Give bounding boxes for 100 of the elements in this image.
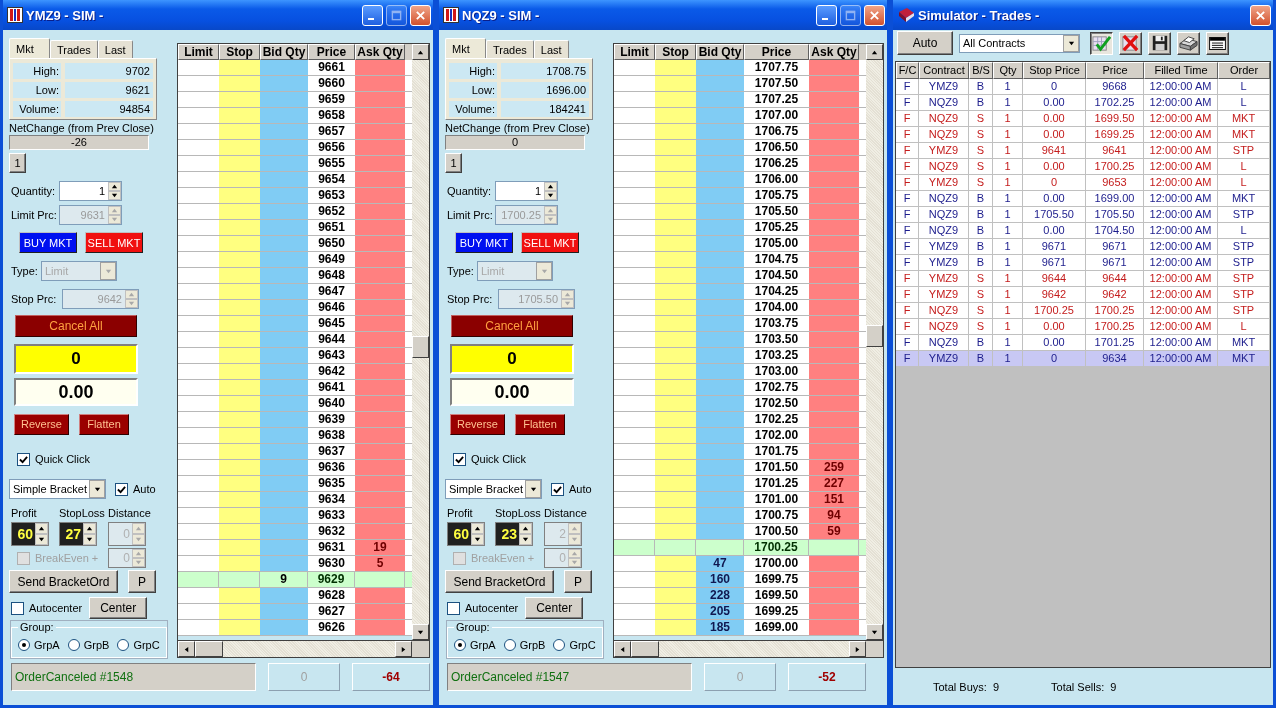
table-row[interactable]: F YMZ9 S 1 9642 9642 12:00:00 AM STP <box>896 287 1270 303</box>
sell-market-button[interactable]: SELL MKT <box>521 232 579 254</box>
stop-cell[interactable] <box>655 268 696 283</box>
close-button[interactable] <box>864 4 885 26</box>
table-row[interactable]: F YMZ9 B 1 0 9634 12:00:00 AM MKT <box>896 351 1270 367</box>
stop-cell[interactable] <box>655 124 696 139</box>
checkbox[interactable] <box>115 482 128 496</box>
stop-cell[interactable] <box>219 364 260 379</box>
stop-cell[interactable] <box>655 588 696 603</box>
table-row[interactable]: F NQZ9 B 1 0.00 1704.50 12:00:00 AM L <box>896 223 1270 239</box>
radio-button[interactable] <box>67 639 80 652</box>
stop-cell[interactable] <box>655 108 696 123</box>
checkbox[interactable] <box>551 482 564 496</box>
scroll-thumb[interactable] <box>195 641 223 657</box>
stop-cell[interactable] <box>655 332 696 347</box>
stop-cell[interactable] <box>655 204 696 219</box>
radio-button[interactable] <box>553 639 566 652</box>
p-button[interactable]: P <box>564 570 592 594</box>
vertical-scrollbar[interactable] <box>412 44 429 640</box>
bracket-field[interactable]: 60 <box>447 522 485 547</box>
stop-cell[interactable] <box>655 460 696 475</box>
center-button[interactable]: Center <box>89 597 148 620</box>
stop-cell[interactable] <box>655 92 696 107</box>
checkbox[interactable] <box>447 601 460 615</box>
reverse-button[interactable]: Reverse <box>450 413 505 435</box>
stop-cell[interactable] <box>655 300 696 315</box>
checkbox[interactable] <box>453 452 466 466</box>
bracket-field[interactable]: 27 <box>59 522 97 547</box>
stop-cell[interactable] <box>655 524 696 539</box>
quantity-field[interactable]: 1 <box>59 181 122 202</box>
stop-cell[interactable] <box>655 476 696 491</box>
stop-cell[interactable] <box>655 316 696 331</box>
checkbox[interactable] <box>17 452 30 466</box>
stop-cell[interactable] <box>219 156 260 171</box>
stop-cell[interactable] <box>219 556 260 571</box>
send-bracket-button[interactable]: Send BracketOrd <box>9 570 118 594</box>
stop-cell[interactable] <box>219 428 260 443</box>
stop-cell[interactable] <box>219 204 260 219</box>
buy-market-button[interactable]: BUY MKT <box>455 232 513 254</box>
stop-cell[interactable] <box>219 396 260 411</box>
stop-cell[interactable] <box>219 588 260 603</box>
table-row[interactable]: F YMZ9 B 1 9671 9671 12:00:00 AM STP <box>896 239 1270 255</box>
p-button[interactable]: P <box>128 570 156 594</box>
stop-cell[interactable] <box>219 188 260 203</box>
vertical-scrollbar[interactable] <box>866 44 883 640</box>
horizontal-scrollbar[interactable] <box>614 640 866 657</box>
stop-cell[interactable] <box>219 284 260 299</box>
stop-cell[interactable] <box>655 556 696 571</box>
tab[interactable]: Trades <box>486 40 534 58</box>
bracket-field[interactable]: 60 <box>11 522 49 547</box>
page-button[interactable]: 1 <box>445 153 462 174</box>
bracket-field[interactable]: 23 <box>495 522 533 547</box>
stop-cell[interactable] <box>655 348 696 363</box>
table-row[interactable]: F NQZ9 S 1 0.00 1699.50 12:00:00 AM MKT <box>896 111 1270 127</box>
bracket-type-dropdown[interactable]: Simple Bracket <box>445 479 542 500</box>
flatten-button[interactable]: Flatten <box>515 413 565 435</box>
quantity-field[interactable]: 1 <box>495 181 558 202</box>
table-row[interactable]: F YMZ9 B 1 9671 9671 12:00:00 AM STP <box>896 255 1270 271</box>
stop-cell[interactable] <box>655 412 696 427</box>
send-bracket-button[interactable]: Send BracketOrd <box>445 570 554 594</box>
stop-cell[interactable] <box>219 412 260 427</box>
auto-button[interactable]: Auto <box>897 31 953 55</box>
stop-cell[interactable] <box>219 492 260 507</box>
stop-cell[interactable] <box>219 316 260 331</box>
stop-cell[interactable] <box>219 540 260 555</box>
center-button[interactable]: Center <box>525 597 584 620</box>
stop-cell[interactable] <box>219 476 260 491</box>
contract-filter-dropdown[interactable]: All Contracts <box>959 33 1080 53</box>
stop-cell[interactable] <box>655 508 696 523</box>
table-row[interactable]: F NQZ9 S 1 0.00 1700.25 12:00:00 AM L <box>896 159 1270 175</box>
table-row[interactable]: F NQZ9 B 1 0.00 1701.25 12:00:00 AM MKT <box>896 335 1270 351</box>
stop-cell[interactable] <box>655 492 696 507</box>
stop-cell[interactable] <box>219 108 260 123</box>
stop-cell[interactable] <box>219 236 260 251</box>
checkbox[interactable] <box>11 601 24 615</box>
stop-cell[interactable] <box>655 60 696 75</box>
cancel-all-button[interactable]: Cancel All <box>15 315 137 337</box>
tab[interactable]: Trades <box>50 40 98 58</box>
stop-cell[interactable] <box>219 460 260 475</box>
stop-cell[interactable] <box>219 252 260 267</box>
stop-cell[interactable] <box>219 92 260 107</box>
flatten-button[interactable]: Flatten <box>79 413 129 435</box>
table-row[interactable]: F YMZ9 S 1 0 9653 12:00:00 AM L <box>896 175 1270 191</box>
radio-button[interactable] <box>454 639 466 652</box>
minimize-button[interactable] <box>362 4 383 26</box>
scroll-thumb[interactable] <box>412 336 429 358</box>
table-row[interactable]: F NQZ9 S 1 1700.25 1700.25 12:00:00 AM STP <box>896 303 1270 319</box>
stop-cell[interactable] <box>219 620 260 635</box>
stop-cell[interactable] <box>655 236 696 251</box>
stop-cell[interactable] <box>219 140 260 155</box>
stop-cell[interactable] <box>655 428 696 443</box>
table-row[interactable]: F NQZ9 S 1 0.00 1699.25 12:00:00 AM MKT <box>896 127 1270 143</box>
table-row[interactable]: F NQZ9 B 1 1705.50 1705.50 12:00:00 AM STP <box>896 207 1270 223</box>
sell-market-button[interactable]: SELL MKT <box>85 232 143 254</box>
close-button[interactable] <box>410 4 431 26</box>
tab[interactable]: Mkt <box>445 38 486 58</box>
stop-cell[interactable] <box>655 604 696 619</box>
page-button[interactable]: 1 <box>9 153 26 174</box>
radio-button[interactable] <box>117 639 130 652</box>
stop-cell[interactable] <box>655 572 696 587</box>
